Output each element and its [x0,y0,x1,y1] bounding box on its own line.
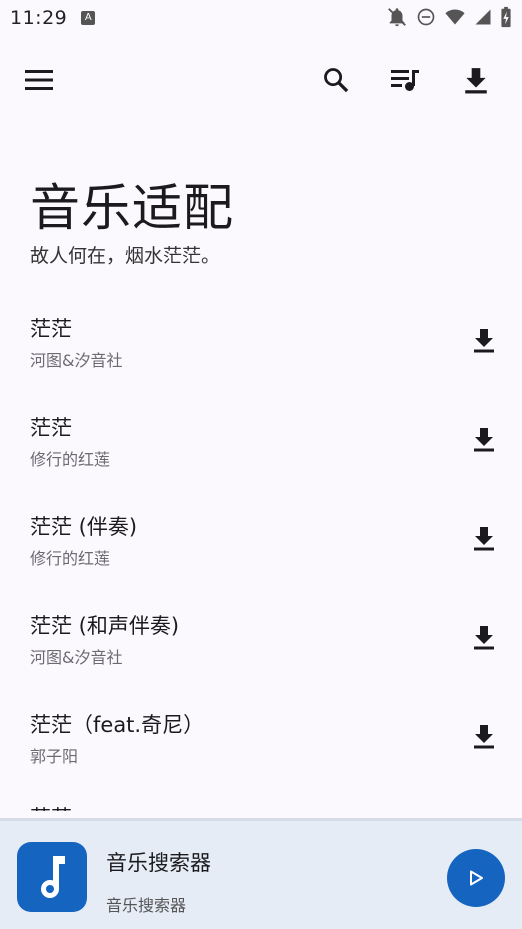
list-item[interactable]: 茫茫 [0,791,522,811]
list-item[interactable]: 茫茫 (伴奏) 修行的红莲 [0,494,522,593]
wifi-icon [445,9,465,25]
do-not-disturb-icon [417,8,435,26]
page-subtitle: 故人何在，烟水茫茫。 [30,245,221,267]
song-download-button[interactable] [462,516,506,560]
song-title: 茫茫 [30,802,72,811]
a-icon: A [81,11,96,25]
song-title: 茫茫 (伴奏) [30,515,138,539]
download-icon [465,68,487,94]
song-download-button[interactable] [462,714,506,758]
song-download-button[interactable] [462,318,506,362]
search-icon [324,68,349,93]
status-icons [386,6,512,28]
song-artist: 修行的红莲 [30,450,111,469]
list-item[interactable]: 茫茫 (和声伴奏) 河图&汐音社 [0,593,522,692]
app-bar [0,56,522,108]
status-bar: 11:29 A [0,0,522,36]
play-icon [470,870,483,886]
list-item[interactable]: 茫茫（feat.奇尼） 郭子阳 [0,692,522,791]
queue-music-button[interactable] [384,58,428,102]
mini-player[interactable]: 音乐搜索器 音乐搜索器 [0,818,522,929]
song-list: 茫茫 河图&汐音社 茫茫 修行的红莲 茫茫 (伴奏) 修行的红莲 茫茫 (和声伴… [0,296,522,811]
song-title: 茫茫（feat.奇尼） [30,713,205,737]
queue-music-icon [391,70,419,91]
song-artist: 河图&汐音社 [30,351,123,370]
cell-signal-icon [475,9,491,25]
downloads-button[interactable] [454,58,498,102]
download-icon [474,329,494,353]
notifications-off-icon [388,8,406,27]
download-icon [474,428,494,452]
download-icon [474,725,494,749]
status-time: 11:29 [10,7,68,29]
song-download-button[interactable] [462,417,506,461]
menu-icon [25,70,53,90]
player-subtitle: 音乐搜索器 [106,896,187,915]
list-item[interactable]: 茫茫 修行的红莲 [0,395,522,494]
song-artist: 郭子阳 [30,747,79,766]
page-title: 音乐适配 [30,179,234,237]
player-title: 音乐搜索器 [106,851,211,875]
song-artist: 修行的红莲 [30,549,111,568]
play-button[interactable] [447,849,505,907]
download-icon [474,527,494,551]
battery-charging-icon [501,6,511,28]
song-title: 茫茫 [30,317,72,341]
music-note-icon [41,856,65,898]
song-title: 茫茫 (和声伴奏) [30,614,180,638]
song-download-button[interactable] [462,615,506,659]
song-artist: 河图&汐音社 [30,648,123,667]
list-item[interactable]: 茫茫 河图&汐音社 [0,296,522,395]
search-button[interactable] [314,58,358,102]
menu-button[interactable] [18,58,62,102]
download-icon [474,626,494,650]
song-title: 茫茫 [30,416,72,440]
player-cover [17,842,87,912]
